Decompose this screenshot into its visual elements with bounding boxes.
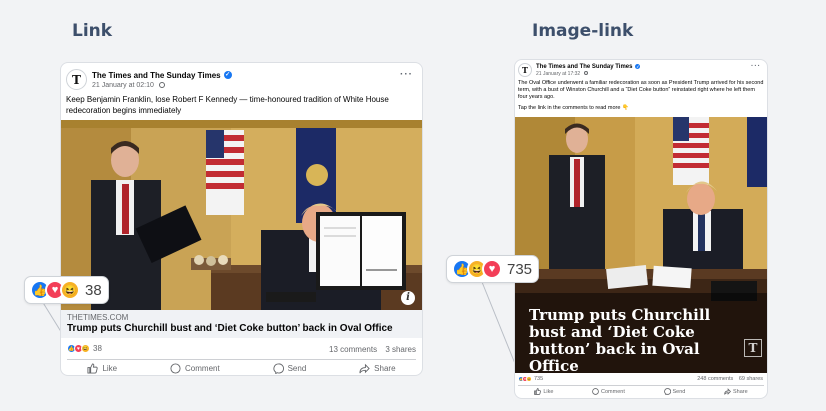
- engagement-counts: 248 comments 69 shares: [697, 376, 763, 382]
- verified-badge-icon: ✓: [223, 71, 232, 79]
- shares-count[interactable]: 3 shares: [385, 345, 416, 354]
- send-button[interactable]: Send: [663, 388, 686, 395]
- send-button[interactable]: Send: [273, 363, 307, 374]
- share-button[interactable]: Share: [359, 363, 396, 374]
- heart-icon: ♥: [482, 259, 502, 279]
- like-button[interactable]: Like: [87, 363, 117, 374]
- like-label: Like: [543, 388, 554, 395]
- share-label: Share: [732, 388, 748, 395]
- like-button[interactable]: Like: [534, 388, 553, 395]
- post-timestamp[interactable]: 21 January at 02:10: [92, 82, 154, 89]
- info-icon[interactable]: i: [401, 291, 415, 305]
- image-link-post-card: T The Times and The Sunday Times ✓ 21 Ja…: [514, 59, 768, 399]
- page-avatar[interactable]: T: [518, 63, 532, 77]
- messenger-icon: [663, 388, 671, 395]
- laughing-face-icon: 😆: [526, 376, 532, 382]
- link-title[interactable]: Trump puts Churchill bust and ‘Diet Coke…: [67, 323, 393, 334]
- comment-label: Comment: [185, 364, 220, 373]
- reaction-summary[interactable]: 👍 ♥ 😆 735: [518, 376, 543, 382]
- reaction-callout-count: 735: [507, 260, 533, 278]
- like-label: Like: [102, 364, 118, 373]
- post-caption-cta: Tap the link in the comments to read mor…: [518, 105, 629, 111]
- times-watermark-logo: T: [744, 339, 762, 357]
- share-button[interactable]: Share: [724, 388, 748, 395]
- comment-button[interactable]: Comment: [170, 363, 220, 374]
- thumbs-up-icon: [87, 363, 99, 374]
- action-bar: Like Comment Send Share: [61, 363, 422, 374]
- link-preview-image[interactable]: i: [61, 120, 422, 310]
- image-overlay-headline: Trump puts Churchill bust and ‘Diet Coke…: [529, 306, 711, 374]
- shares-count[interactable]: 69 shares: [739, 376, 763, 382]
- laughing-face-icon: 😆: [60, 280, 80, 300]
- link-domain: THETIMES.COM: [67, 313, 129, 322]
- globe-icon: [158, 81, 165, 88]
- messenger-icon: [273, 363, 284, 374]
- post-header: T The Times and The Sunday Times ✓ 21 Ja…: [66, 69, 232, 90]
- send-label: Send: [287, 364, 307, 373]
- share-arrow-icon: [359, 363, 370, 374]
- action-bar: Like Comment Send Share: [515, 388, 767, 395]
- send-label: Send: [672, 388, 686, 395]
- divider: [67, 359, 416, 360]
- thumbs-up-icon: [534, 388, 542, 395]
- reaction-count: 735: [534, 376, 544, 382]
- more-options-icon[interactable]: ···: [751, 63, 761, 70]
- link-preview-box[interactable]: THETIMES.COM Trump puts Churchill bust a…: [61, 310, 422, 338]
- comment-icon: [592, 388, 599, 395]
- comments-count[interactable]: 248 comments: [697, 376, 733, 382]
- share-label: Share: [374, 364, 396, 373]
- post-caption: Keep Benjamin Franklin, lose Robert F Ke…: [66, 95, 389, 115]
- post-timestamp[interactable]: 21 January at 17:32: [536, 71, 580, 77]
- verified-badge-icon: ✓: [635, 64, 641, 69]
- post-header: T The Times and The Sunday Times ✓ 21 Ja…: [518, 63, 641, 77]
- link-post-card: T The Times and The Sunday Times ✓ 21 Ja…: [60, 62, 423, 376]
- share-arrow-icon: [724, 388, 731, 395]
- engagement-counts: 13 comments 3 shares: [329, 345, 416, 354]
- reaction-callout-link: 👍 ♥ 😆 38: [24, 276, 109, 304]
- post-image[interactable]: Trump puts Churchill bust and ‘Diet Coke…: [515, 117, 767, 374]
- globe-icon: [583, 70, 588, 75]
- page-name[interactable]: The Times and The Sunday Times: [92, 71, 221, 80]
- page-avatar[interactable]: T: [66, 69, 87, 90]
- comment-icon: [170, 363, 181, 374]
- reaction-callout-image-link: 👍 😆 ♥ 735: [446, 255, 540, 283]
- reaction-summary[interactable]: 👍 ♥ 😆 38: [67, 344, 102, 353]
- reaction-count: 38: [93, 344, 102, 353]
- comments-count[interactable]: 13 comments: [329, 345, 377, 354]
- more-options-icon[interactable]: ···: [400, 69, 413, 80]
- page-name[interactable]: The Times and The Sunday Times: [536, 64, 632, 70]
- comment-button[interactable]: Comment: [592, 388, 625, 395]
- post-caption: The Oval Office underwent a familiar red…: [518, 80, 764, 101]
- section-title-image-link: Image-link: [532, 21, 634, 41]
- reaction-callout-count: 38: [85, 281, 102, 299]
- comment-label: Comment: [601, 388, 625, 395]
- laughing-face-icon: 😆: [81, 344, 90, 353]
- divider: [518, 385, 764, 386]
- section-title-link: Link: [72, 21, 113, 41]
